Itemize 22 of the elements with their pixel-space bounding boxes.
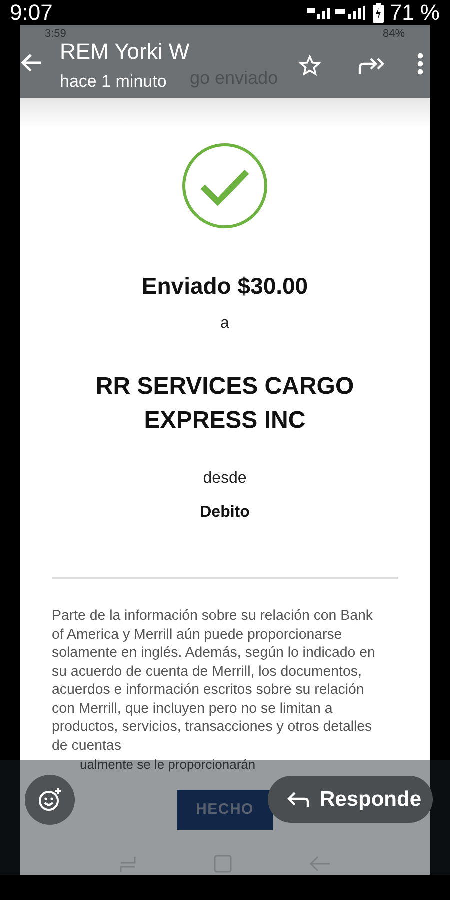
star-icon[interactable] [299,55,321,76]
from-label: desde [203,471,247,487]
signal-icon [306,6,367,20]
emoji-add-icon [38,788,62,812]
status-time: 9:07 [10,2,53,24]
disclaimer-text: Parte de la información sobre su relación con Bank of America y Merrill aún puede proporcionarse solamente en inglés. Además, según lo indicado en su acuerdo de cuenta de Merrill, los documentos, acuerdos e información escritos sobre su relación con Merrill, que incluyen pero no se limitan a productos, servicios, transacciones y otros detalles de cuentas [52,607,376,755]
amount-sent: Enviado $30.00 [142,275,308,298]
reply-button[interactable]: Responde [268,776,433,823]
battery-level: 71 % [390,2,440,24]
inner-status-time: 3:59 [45,29,66,40]
sender-name: REM Yorki W [60,41,190,63]
account-name: Debito [200,505,250,521]
reply-icon [286,792,310,808]
recipient-name: RR SERVICES CARGO EXPRESS INC [94,372,356,436]
to-label: a [220,316,230,332]
disclaimer-text: ualmente se le proporcionarán [80,756,257,774]
forward-icon[interactable] [358,57,386,75]
checkmark-icon [181,142,269,230]
more-icon[interactable] [417,53,424,75]
battery-icon [372,2,384,22]
message-time: hace 1 minuto [60,73,167,90]
inner-battery-level: 84% [382,29,405,40]
